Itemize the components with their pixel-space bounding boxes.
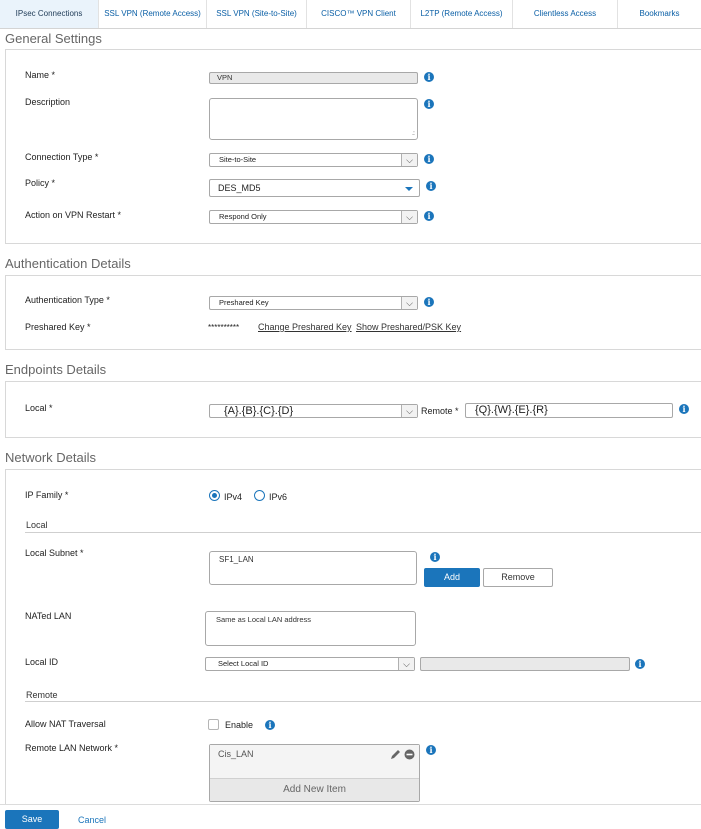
info-icon[interactable]: i [679, 404, 689, 414]
tab-cisco-vpn-client[interactable]: CISCO™ VPN Client [307, 0, 411, 28]
authentication-type-label: Authentication Type * [25, 295, 110, 305]
info-icon[interactable]: i [430, 552, 440, 562]
name-field[interactable]: VPN [209, 72, 418, 84]
tab-ssl-vpn-site-to-site[interactable]: SSL VPN (Site-to-Site) [207, 0, 307, 28]
preshared-key-masked: ********** [208, 323, 240, 332]
policy-label: Policy * [25, 178, 56, 188]
remote-heading: Remote [26, 690, 58, 700]
info-icon[interactable]: i [424, 154, 434, 164]
tab-ipsec-connections[interactable]: IPsec Connections [0, 0, 99, 28]
info-icon[interactable]: i [424, 211, 434, 221]
allow-nat-traversal-label: Allow NAT Traversal [25, 719, 106, 729]
local-heading: Local [26, 520, 48, 530]
local-id-value: Select Local ID [218, 659, 269, 668]
nated-lan-value: Same as Local LAN address [216, 615, 312, 624]
network-panel: IP Family * IPv4 IPv6 Local Local Subnet… [5, 469, 701, 809]
local-endpoint-label: Local * [25, 403, 53, 413]
info-icon[interactable]: i [426, 181, 436, 191]
chevron-down-icon[interactable]: ⌵ [398, 658, 414, 670]
general-settings-panel: Name * VPN i Description .:: i Connectio… [5, 49, 701, 244]
local-endpoint-value: {A}.{B}.{C}.{D} [224, 405, 294, 417]
info-icon[interactable]: i [426, 745, 436, 755]
local-id-select[interactable]: Select Local ID ⌵ [205, 657, 415, 671]
tab-clientless-access[interactable]: Clientless Access [513, 0, 618, 28]
description-label: Description [25, 97, 71, 107]
nat-traversal-checkbox[interactable] [208, 719, 219, 730]
nated-lan-label: NATed LAN [25, 611, 72, 621]
description-textarea[interactable]: .:: [209, 98, 418, 140]
chevron-down-icon[interactable]: ⌵ [401, 297, 417, 309]
footer-bar: Save Cancel [0, 804, 701, 829]
tab-ssl-vpn-remote-access[interactable]: SSL VPN (Remote Access) [99, 0, 207, 28]
action-on-restart-select[interactable]: Respond Only ⌵ [209, 210, 418, 224]
action-on-restart-value: Respond Only [219, 212, 267, 221]
info-icon[interactable]: i [265, 720, 275, 730]
authentication-details-title: Authentication Details [5, 256, 131, 271]
nated-lan-box[interactable]: Same as Local LAN address [205, 611, 416, 646]
tab-l2tp-remote-access[interactable]: L2TP (Remote Access) [411, 0, 513, 28]
local-endpoint-select[interactable]: {A}.{B}.{C}.{D} ⌵ [209, 404, 418, 418]
local-divider [25, 532, 701, 533]
add-new-item-button[interactable]: Add New Item [210, 779, 419, 801]
remote-endpoint-input[interactable]: {Q}.{W}.{E}.{R} [465, 403, 673, 418]
tab-bookmarks[interactable]: Bookmarks [618, 0, 701, 28]
remove-circle-icon[interactable] [404, 749, 415, 760]
ip-family-label: IP Family * [25, 490, 69, 500]
endpoints-panel: Local * {A}.{B}.{C}.{D} ⌵ Remote * {Q}.{… [5, 381, 701, 438]
chevron-down-icon[interactable]: ⌵ [401, 211, 417, 223]
local-subnet-label: Local Subnet * [25, 548, 84, 558]
info-icon[interactable]: i [424, 99, 434, 109]
authentication-panel: Authentication Type * Preshared Key ⌵ i … [5, 275, 701, 350]
policy-value: DES_MD5 [218, 183, 261, 193]
authentication-type-select[interactable]: Preshared Key ⌵ [209, 296, 418, 310]
change-preshared-key-link[interactable]: Change Preshared Key [258, 322, 352, 332]
local-id-input[interactable] [420, 657, 630, 671]
show-preshared-key-link[interactable]: Show Preshared/PSK Key [356, 322, 461, 332]
enable-label: Enable [225, 720, 254, 730]
ipv4-label: IPv4 [224, 492, 243, 502]
info-icon[interactable]: i [424, 72, 434, 82]
info-icon[interactable]: i [635, 659, 645, 669]
remote-lan-network-label: Remote LAN Network * [25, 743, 119, 753]
ipv6-radio[interactable] [254, 490, 265, 501]
resize-grip-icon[interactable]: .:: [412, 131, 415, 137]
connection-type-label: Connection Type * [25, 152, 99, 162]
chevron-down-icon[interactable]: ⌵ [401, 154, 417, 166]
list-item[interactable]: Cis_LAN [210, 745, 419, 779]
network-details-title: Network Details [5, 450, 97, 465]
remote-lan-list: Cis_LAN Add New Item [209, 744, 420, 802]
connection-type-value: Site-to-Site [219, 155, 257, 164]
action-on-restart-label: Action on VPN Restart * [25, 210, 122, 220]
chevron-down-icon[interactable]: ⌵ [401, 405, 417, 417]
dropdown-arrow-icon[interactable] [405, 187, 413, 191]
local-id-label: Local ID [25, 657, 59, 667]
authentication-type-value: Preshared Key [219, 298, 269, 307]
info-icon[interactable]: i [424, 297, 434, 307]
endpoints-details-title: Endpoints Details [5, 362, 107, 377]
ipv4-radio[interactable] [209, 490, 220, 501]
policy-select[interactable]: DES_MD5 [209, 179, 420, 197]
general-settings-title: General Settings [5, 31, 102, 46]
local-subnet-value: SF1_LAN [219, 555, 254, 564]
local-subnet-box[interactable]: SF1_LAN [209, 551, 417, 585]
add-subnet-button[interactable]: Add [424, 568, 480, 587]
ipv6-label: IPv6 [269, 492, 288, 502]
preshared-key-label: Preshared Key * [25, 322, 91, 332]
connection-type-select[interactable]: Site-to-Site ⌵ [209, 153, 418, 167]
cancel-button[interactable]: Cancel [78, 815, 106, 825]
tab-bar: IPsec Connections SSL VPN (Remote Access… [0, 0, 701, 29]
edit-pencil-icon[interactable] [390, 749, 401, 760]
remove-subnet-button[interactable]: Remove [483, 568, 553, 587]
remote-lan-item-label: Cis_LAN [218, 749, 254, 759]
remote-divider [25, 701, 701, 702]
save-button[interactable]: Save [5, 810, 59, 829]
name-label: Name * [25, 70, 56, 80]
remote-endpoint-label: Remote * [421, 406, 459, 416]
